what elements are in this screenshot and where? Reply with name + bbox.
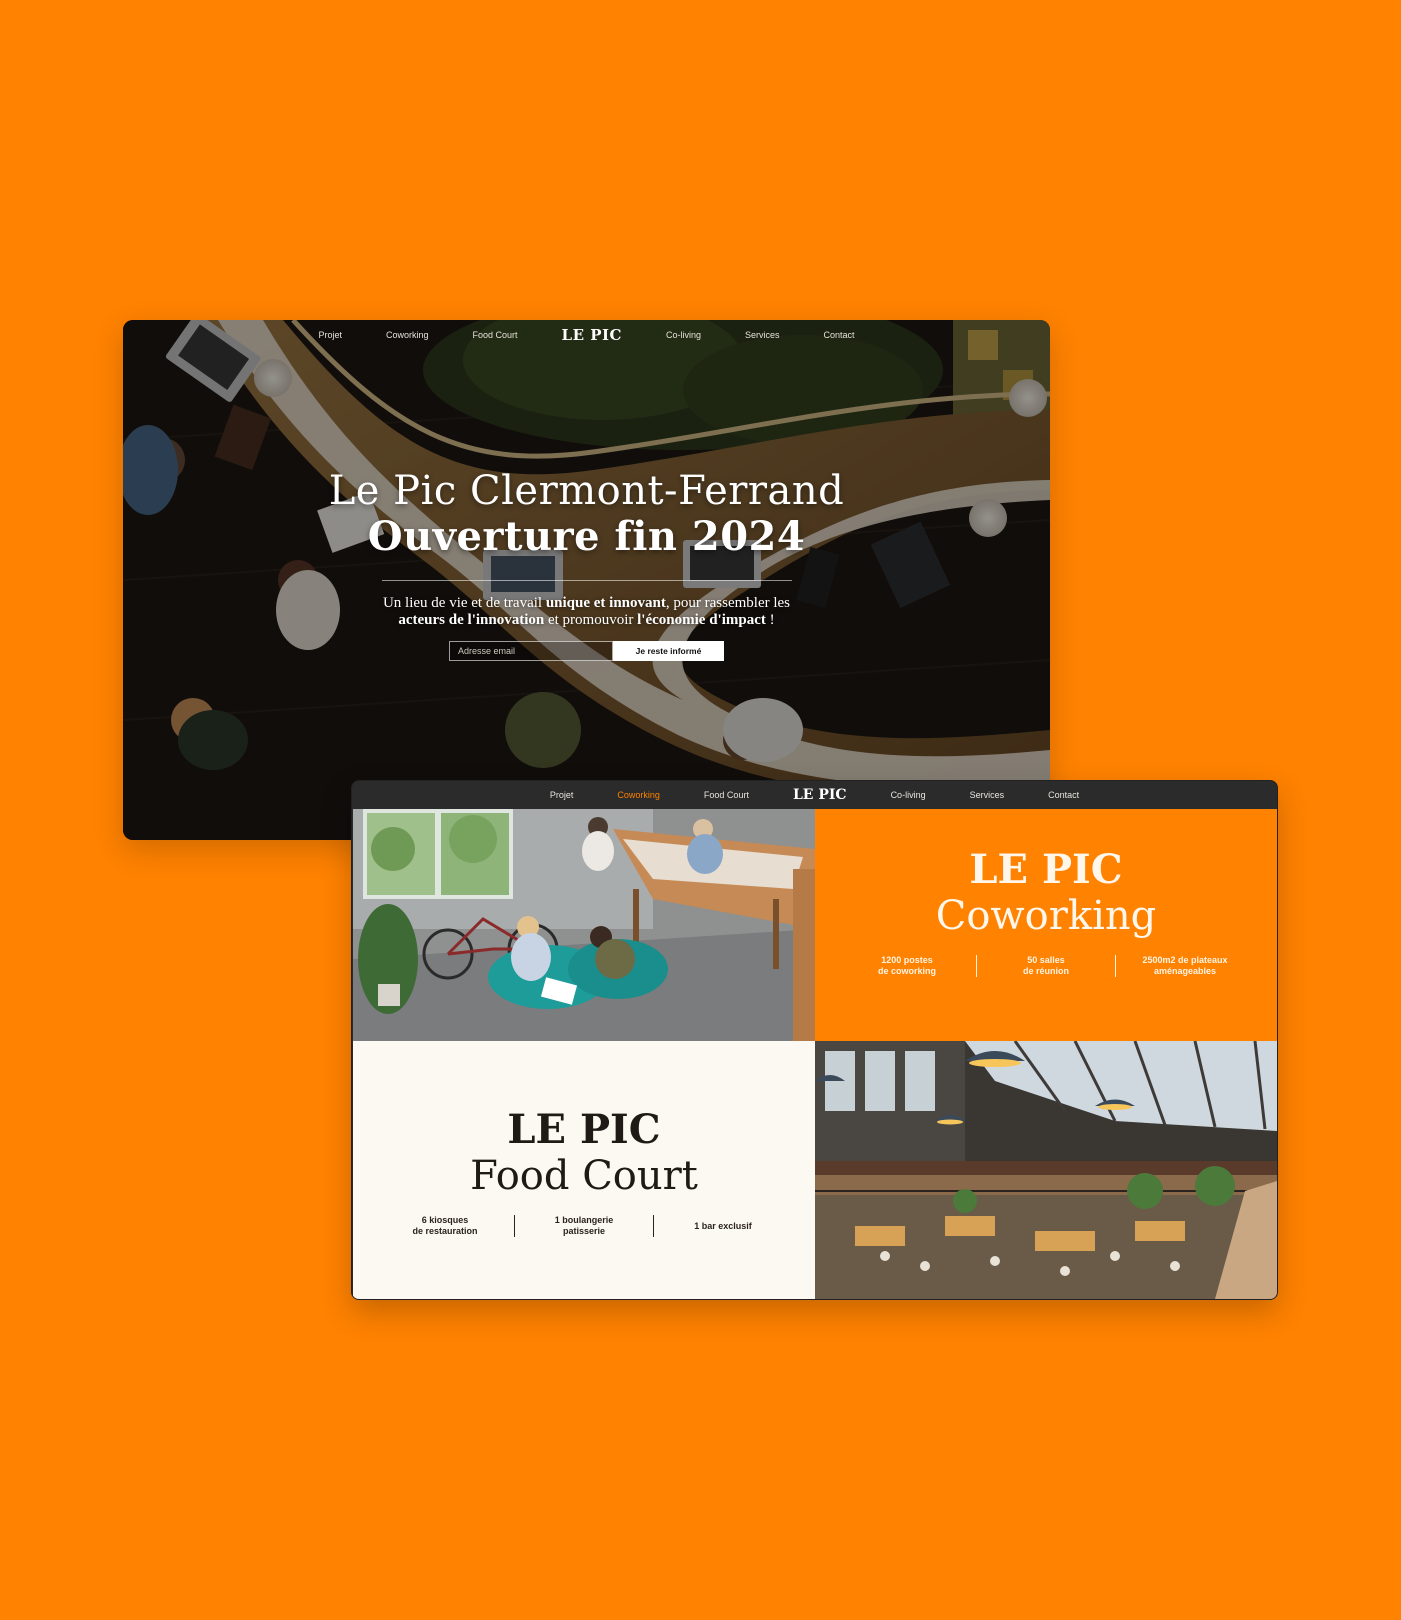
nav-link-food-court[interactable]: Food Court: [704, 790, 749, 800]
stat-item: 1200 postes de coworking: [877, 955, 936, 976]
coworking-title-name: Coworking: [935, 893, 1157, 939]
food-court-image: [815, 1041, 1277, 1299]
stat-item: 50 salles de réunion: [1022, 955, 1069, 976]
hero-title: Le Pic Clermont-Ferrand: [328, 468, 845, 514]
nav-link-coworking[interactable]: Coworking: [617, 790, 660, 800]
coworking-panel: LE PIC Coworking 1200 postes de coworkin…: [815, 809, 1277, 1041]
hero-description: Un lieu de vie et de travail unique et i…: [382, 595, 791, 628]
grid-navbar: Projet Coworking Food Court LE PIC Co-li…: [352, 781, 1277, 809]
nav-link-projet[interactable]: Projet: [318, 330, 342, 340]
nav-link-contact[interactable]: Contact: [1048, 790, 1079, 800]
coworking-photo: [353, 809, 815, 1041]
coworking-stats: 1200 postes de coworking 50 salles de ré…: [815, 955, 1277, 977]
stat-item: 2500m2 de plateaux aménageables: [1142, 955, 1228, 976]
hero-navbar: Projet Coworking Food Court LE PIC Co-li…: [123, 320, 1050, 350]
stat-item: 1 bar exclusif: [694, 1220, 752, 1231]
email-input[interactable]: [449, 641, 613, 661]
site-logo[interactable]: LE PIC: [793, 787, 847, 803]
food-court-title: LE PIC Food Court: [353, 1106, 815, 1200]
nav-link-co-living[interactable]: Co-living: [891, 790, 926, 800]
nav-link-food-court[interactable]: Food Court: [473, 330, 518, 340]
nav-link-services[interactable]: Services: [745, 330, 780, 340]
nav-link-projet[interactable]: Projet: [550, 790, 574, 800]
newsletter-form: Je reste informé: [123, 641, 1050, 661]
nav-link-coworking[interactable]: Coworking: [386, 330, 429, 340]
site-logo[interactable]: LE PIC: [562, 326, 622, 344]
stat-item: 1 boulangerie patisserie: [554, 1215, 614, 1236]
subscribe-button[interactable]: Je reste informé: [613, 641, 724, 661]
food-court-title-name: Food Court: [470, 1153, 698, 1199]
nav-link-contact[interactable]: Contact: [824, 330, 855, 340]
food-court-title-brand: LE PIC: [507, 1106, 661, 1153]
hero-divider: [381, 580, 792, 581]
nav-link-services[interactable]: Services: [970, 790, 1005, 800]
hero-subtitle: Ouverture fin 2024: [367, 513, 806, 560]
nav-link-co-living[interactable]: Co-living: [666, 330, 701, 340]
hero-page-mockup: Projet Coworking Food Court LE PIC Co-li…: [123, 320, 1050, 840]
stat-item: 6 kiosques de restauration: [412, 1215, 478, 1236]
food-court-panel: LE PIC Food Court 6 kiosques de restaura…: [353, 1041, 815, 1299]
coworking-image: [353, 809, 815, 1041]
coworking-title: LE PIC Coworking: [815, 846, 1277, 940]
food-hall-photo: [815, 1041, 1277, 1299]
sections-page-mockup: Projet Coworking Food Court LE PIC Co-li…: [351, 780, 1278, 1300]
hero-content: Le Pic Clermont-Ferrand Ouverture fin 20…: [123, 468, 1050, 661]
food-court-stats: 6 kiosques de restauration 1 boulangerie…: [353, 1215, 815, 1237]
coworking-title-brand: LE PIC: [969, 846, 1123, 893]
